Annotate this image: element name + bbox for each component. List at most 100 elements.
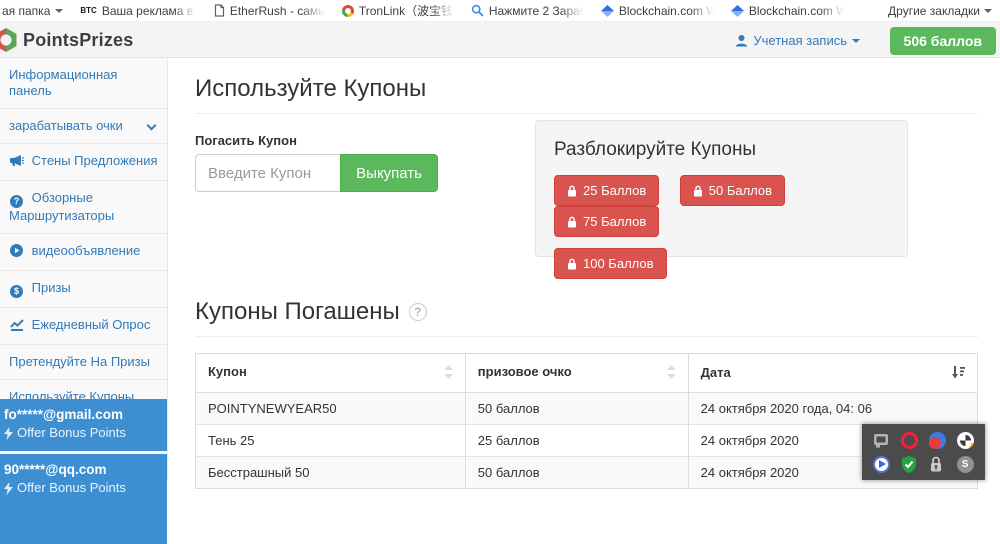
bonus-notification[interactable]: 90*****@qq.com Offer Bonus Points: [0, 454, 167, 544]
notification-email: 90*****@qq.com: [4, 461, 159, 479]
page-icon: [214, 4, 225, 17]
sidebar-item-survey-routers[interactable]: ? Обзорные Маршрутизаторы: [0, 181, 167, 234]
s-app-icon[interactable]: S: [957, 456, 974, 473]
sidebar-item-earn-points[interactable]: зарабатывать очки: [0, 109, 167, 144]
bookmark-label: EtherRush - самый: [230, 4, 325, 18]
caret-down-icon: [852, 39, 860, 43]
lock-app-icon[interactable]: [929, 456, 946, 473]
caret-down-icon: [55, 9, 63, 13]
sort-icon: [444, 365, 453, 382]
notification-email: fo*****@gmail.com: [4, 406, 159, 424]
table-row: Бесстрашный 50 50 баллов 24 октября 2020: [196, 457, 978, 489]
main-content: Используйте Купоны Погасить Купон Выкупа…: [168, 58, 1000, 480]
lock-icon: [567, 258, 577, 270]
line-chart-icon: [9, 319, 24, 335]
points-balance-badge[interactable]: 506 баллов: [890, 27, 996, 55]
coupon-input[interactable]: [195, 154, 340, 192]
sidebar-item-prizes[interactable]: $ Призы: [0, 271, 167, 308]
pie-warning-icon[interactable]: [957, 432, 974, 449]
unlock-50-button[interactable]: 50 Баллов: [680, 175, 785, 206]
brand-name: PointsPrizes: [23, 30, 133, 51]
other-bookmarks-label: Другие закладки: [888, 4, 980, 18]
sidebar-item-label: видеообъявление: [32, 243, 141, 258]
dollar-coin-icon: $: [9, 282, 24, 298]
bookmark-label: Blockchain.com Wa: [619, 4, 714, 18]
sidebar-item-label: Обзорные Маршрутизаторы: [9, 190, 114, 223]
redeemed-coupons-section: Купоны Погашены ? Купон призовое очко Да…: [195, 298, 978, 489]
opera-icon[interactable]: [901, 432, 918, 449]
account-menu[interactable]: Учетная запись: [735, 33, 860, 48]
caret-down-icon: [984, 9, 992, 13]
bonus-notification[interactable]: fo*****@gmail.com Offer Bonus Points: [0, 399, 167, 451]
sidebar-item-label: Призы: [32, 280, 71, 295]
column-header-coupon[interactable]: Купон: [196, 354, 466, 393]
play-circle-icon: [9, 244, 24, 261]
help-icon[interactable]: ?: [409, 303, 427, 321]
cell-points: 50 баллов: [465, 393, 688, 425]
table-row: POINTYNEWYEAR50 50 баллов 24 октября 202…: [196, 393, 978, 425]
lightning-icon: [4, 482, 13, 495]
sidebar: Информационная панель зарабатывать очки …: [0, 58, 168, 480]
megaphone-icon: [9, 155, 24, 171]
unlock-25-button[interactable]: 25 Баллов: [554, 175, 659, 206]
column-header-date[interactable]: Дата: [688, 354, 977, 393]
bookmark-label: Нажмите 2 Зараб: [489, 4, 584, 18]
bookmark-item[interactable]: TronLink（波宝钱包: [342, 2, 454, 19]
redeemed-coupons-table: Купон призовое очко Дата POINTYNEWYEAR50: [195, 353, 978, 489]
site-header: PointsPrizes Учетная запись 506 баллов: [0, 22, 1000, 58]
sidebar-item-label: Ежедневный Опрос: [32, 317, 151, 332]
cell-coupon: POINTYNEWYEAR50: [196, 393, 466, 425]
media-player-icon[interactable]: [873, 456, 890, 473]
blockchain-icon: [601, 5, 614, 17]
blockchain-icon: [731, 5, 744, 17]
redeem-button[interactable]: Выкупать: [340, 154, 438, 192]
table-row: Тень 25 25 баллов 24 октября 2020: [196, 425, 978, 457]
question-circle-icon: ?: [9, 192, 24, 208]
lock-icon: [567, 185, 577, 197]
pointsprizes-logo-icon: [0, 27, 19, 53]
bookmarks-bar: ая папка BTC Ваша реклама в с EtherRush …: [0, 0, 1000, 22]
sidebar-item-daily-poll[interactable]: Ежедневный Опрос: [0, 308, 167, 345]
account-label: Учетная запись: [753, 33, 847, 48]
bookmark-folder[interactable]: ая папка: [2, 4, 63, 18]
unlock-100-button[interactable]: 100 Баллов: [554, 248, 667, 279]
bookmark-item[interactable]: EtherRush - самый: [214, 4, 325, 18]
user-icon: [735, 34, 748, 47]
magnifier-icon: [471, 4, 484, 17]
shield-check-icon[interactable]: [901, 456, 918, 473]
system-tray-popup: S: [862, 424, 985, 480]
cell-points: 50 баллов: [465, 457, 688, 489]
other-bookmarks-button[interactable]: Другие закладки: [888, 4, 992, 18]
browser-app-icon[interactable]: [929, 432, 946, 449]
bookmark-label: TronLink（波宝钱包: [359, 2, 454, 19]
page-title: Используйте Купоны: [195, 75, 978, 114]
bookmark-label: ая папка: [2, 4, 50, 18]
sidebar-item-claim-prizes[interactable]: Претендуйте На Призы: [0, 345, 167, 380]
window-app-icon[interactable]: [873, 432, 890, 449]
sidebar-item-label: Информационная панель: [9, 67, 117, 98]
bookmark-item[interactable]: BTC Ваша реклама в с: [80, 4, 196, 18]
bookmark-item[interactable]: Blockchain.com Wa: [601, 4, 714, 18]
cell-coupon: Бесстрашный 50: [196, 457, 466, 489]
bookmark-label: Ваша реклама в с: [102, 4, 197, 18]
sort-desc-icon: [952, 366, 965, 382]
column-header-points[interactable]: призовое очко: [465, 354, 688, 393]
brand-logo[interactable]: PointsPrizes: [0, 27, 133, 53]
redeemed-title: Купоны Погашены: [195, 298, 400, 326]
sidebar-item-label: зарабатывать очки: [9, 118, 123, 133]
unlock-75-button[interactable]: 75 Баллов: [554, 206, 659, 237]
sidebar-item-dashboard[interactable]: Информационная панель: [0, 58, 167, 109]
unlock-panel-title: Разблокируйте Купоны: [554, 139, 889, 161]
bookmark-label: Blockchain.com Wa: [749, 4, 844, 18]
sidebar-item-offer-walls[interactable]: Стены Предложения: [0, 144, 167, 181]
sidebar-item-label: Претендуйте На Призы: [9, 354, 150, 369]
notification-action: Offer Bonus Points: [17, 424, 126, 442]
lightning-icon: [4, 427, 13, 440]
sidebar-item-video-ads[interactable]: видеообъявление: [0, 234, 167, 271]
sort-icon: [667, 365, 676, 382]
cell-points: 25 баллов: [465, 425, 688, 457]
sidebar-item-label: Стены Предложения: [32, 153, 158, 168]
redeem-input-group: Выкупать: [195, 154, 438, 192]
bookmark-item[interactable]: Нажмите 2 Зараб: [471, 4, 584, 18]
bookmark-item[interactable]: Blockchain.com Wa: [731, 4, 844, 18]
